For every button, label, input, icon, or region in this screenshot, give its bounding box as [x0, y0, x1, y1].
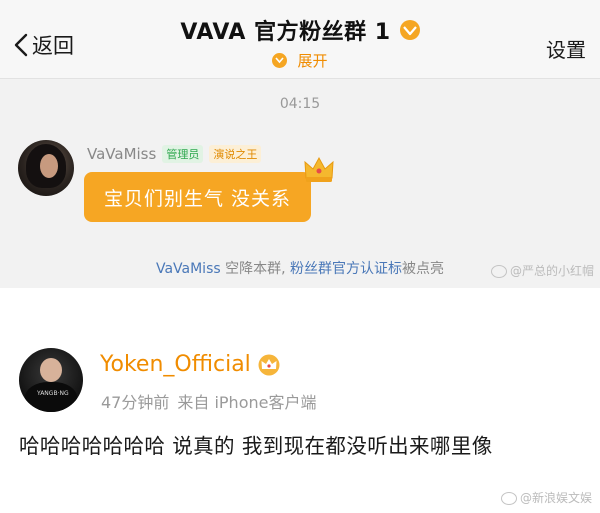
expand-toggle[interactable]: 展开 [0, 50, 600, 71]
notice-username[interactable]: VaVaMiss [156, 261, 221, 277]
crown-icon [304, 156, 334, 182]
message-text: 宝贝们别生气 没关系 [104, 187, 292, 210]
notice-link[interactable]: 粉丝群官方认证标 [290, 261, 402, 277]
poster-avatar[interactable]: YANGB·NG [19, 348, 83, 412]
notice-text-1: 空降本群, [220, 261, 291, 277]
watermark-top-text: @严总的小红帽 [509, 264, 594, 278]
poster-line: Yoken_Official [100, 352, 281, 377]
post-meta: 47分钟前 来自 iPhone客户端 [101, 389, 316, 413]
crown-icon [258, 354, 280, 375]
weibo-watermark-icon [490, 265, 507, 278]
chat-title: VAVA 官方粉丝群 1 [180, 20, 391, 45]
watermark-bottom-text: @新浪娱文娱 [519, 491, 592, 505]
poster-name[interactable]: Yoken_Official [100, 352, 251, 377]
watermark-top: @严总的小红帽 [490, 262, 594, 279]
sender-avatar[interactable] [18, 140, 74, 196]
post-time: 47分钟前 [101, 393, 170, 412]
notice-text-2: 被点亮 [402, 261, 445, 277]
watermark-bottom: @新浪娱文娱 [500, 489, 592, 506]
title-badge: 演说之王 [209, 145, 262, 163]
expand-label: 展开 [297, 52, 328, 70]
chat-title-wrap: VAVA 官方粉丝群 1 [0, 14, 600, 46]
sender-name[interactable]: VaVaMiss [87, 145, 156, 163]
sender-line: VaVaMiss 管理员 演说之王 [87, 145, 262, 163]
chat-header: 返回 VAVA 官方粉丝群 1 展开 设置 [0, 0, 600, 79]
settings-button[interactable]: 设置 [546, 34, 586, 63]
weibo-watermark-icon [500, 492, 517, 505]
admin-badge: 管理员 [162, 145, 204, 163]
vip-badge-icon [399, 20, 420, 40]
message-timestamp: 04:15 [279, 96, 321, 112]
message-bubble[interactable]: 宝贝们别生气 没关系 [84, 172, 312, 222]
post-source: 来自 iPhone客户端 [177, 393, 317, 412]
group-chat-screenshot: 返回 VAVA 官方粉丝群 1 展开 设置 04:15 VaVaMiss 管理员… [0, 0, 600, 288]
chevron-down-icon [272, 53, 288, 68]
post-body: 哈哈哈哈哈哈哈 说真的 我到现在都没听出来哪里像 [19, 434, 493, 458]
